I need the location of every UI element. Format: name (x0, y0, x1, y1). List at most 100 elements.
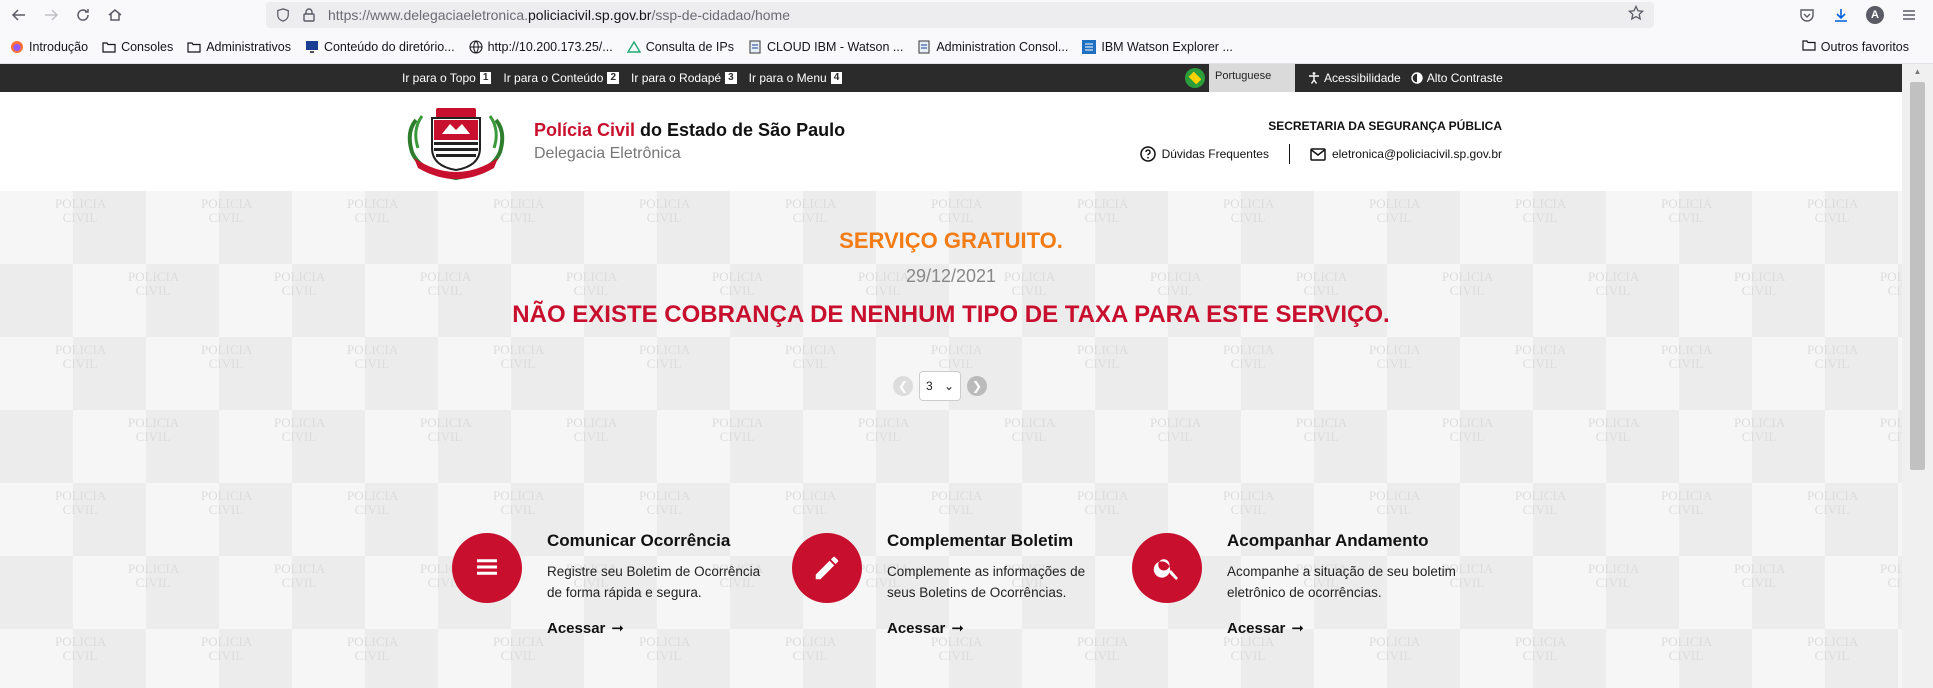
watermark-tile: POLICIA CIVIL (55, 196, 107, 225)
brand[interactable]: Polícia Civil do Estado de São Paulo Del… (534, 120, 845, 163)
slide-page-value: 3 (926, 379, 933, 393)
watermark-tile: POLICIA CIVIL (931, 196, 983, 225)
service-access-label: Acessar (1227, 619, 1286, 637)
pocket-icon[interactable] (1795, 3, 1819, 27)
bookmarks-bar: Introdução Consoles Administrativos Conteúd… (0, 30, 1933, 64)
service-access-link[interactable]: Acessar ➞ (547, 619, 777, 638)
bookmark-item[interactable]: Administration Consol... (917, 40, 1068, 54)
page-scrollbar[interactable]: ▲ (1902, 64, 1933, 688)
skip-link-label: Ir para o Rodapé (631, 71, 722, 85)
other-bookmarks-folder[interactable]: Outros favoritos (1802, 39, 1909, 54)
bookmark-item[interactable]: IBM Watson Explorer ... (1082, 39, 1233, 54)
skip-link[interactable]: Ir para o Rodapé 3 (631, 71, 737, 85)
slide-page-select[interactable]: 3 ⌄ (919, 371, 961, 401)
watermark-tile: POLICIA CIVIL (1077, 488, 1129, 517)
watermark-tile: POLICIA CIVIL (1223, 196, 1275, 225)
email-link[interactable]: eletronica@policiacivil.sp.gov.br (1310, 147, 1502, 161)
bookmark-item[interactable]: Introdução (10, 40, 88, 54)
services-list: Comunicar Ocorrência Registre seu Boleti… (452, 531, 1472, 637)
faq-label: Dúvidas Frequentes (1161, 147, 1269, 161)
skip-link-label: Ir para o Topo (402, 71, 476, 85)
lock-icon[interactable] (300, 6, 318, 24)
menu-icon[interactable] (1897, 3, 1921, 27)
slide-message: NÃO EXISTE COBRANÇA DE NENHUM TIPO DE TA… (512, 301, 1390, 328)
service-title[interactable]: Acompanhar Andamento (1227, 531, 1457, 551)
bookmark-item[interactable]: CLOUD IBM - Watson ... (748, 40, 903, 54)
service-title[interactable]: Comunicar Ocorrência (547, 531, 777, 551)
brand-subtitle: Delegacia Eletrônica (534, 145, 681, 162)
bookmark-label: Administrativos (206, 39, 291, 54)
shortcut-key: 3 (725, 72, 737, 84)
scroll-thumb[interactable] (1910, 82, 1925, 470)
shield-icon[interactable] (274, 6, 292, 24)
bookmark-item[interactable]: Consoles (102, 40, 173, 54)
watermark-tile: POLICIA CIVIL (1734, 415, 1786, 444)
arrow-right-icon: ➞ (611, 620, 624, 637)
service-access-link[interactable]: Acessar ➞ (1227, 619, 1457, 638)
service-card: Comunicar Ocorrência Registre seu Boleti… (452, 531, 792, 637)
browser-tools: A (1795, 3, 1921, 27)
watermark-tile: POLICIA CIVIL (347, 342, 399, 371)
slide-title: SERVIÇO GRATUITO. (839, 228, 1063, 253)
next-slide-button[interactable]: ❯ (967, 376, 987, 396)
hero-banner: POLICIA CIVIL POLICIA CIVIL POLICIA CIVIL P… (0, 191, 1902, 688)
bookmark-item[interactable]: http://10.200.173.25/... (469, 40, 613, 54)
watermark-tile: POLICIA CIVIL (55, 634, 107, 663)
prev-slide-button[interactable]: ❮ (893, 376, 913, 396)
skip-link[interactable]: Ir para o Conteúdo 2 (503, 71, 620, 85)
reload-button[interactable] (70, 2, 96, 28)
account-button[interactable]: A (1863, 3, 1887, 27)
brand-title-rest: do Estado de São Paulo (635, 120, 846, 140)
watermark-tile: POLICIA CIVIL (1515, 488, 1567, 517)
downloads-icon[interactable] (1829, 3, 1853, 27)
high-contrast-label: Alto Contraste (1426, 71, 1503, 85)
service-description: Complemente as informações de seus Bolet… (887, 564, 1086, 600)
watermark-tile: POLICIA CIVIL (201, 342, 253, 371)
bookmark-star-icon[interactable] (1627, 4, 1645, 26)
watermark-tile: POLICIA CIVIL (639, 342, 691, 371)
accessibility-icon (1309, 72, 1319, 84)
watermark-tile: POLICIA CIVIL (1588, 561, 1640, 590)
watermark-tile: POLICIA CIVIL (1807, 342, 1859, 371)
service-access-link[interactable]: Acessar ➞ (887, 619, 1117, 638)
watermark-tile: POLICIA CIVIL (55, 342, 107, 371)
watermark-tile: POLICIA CIVIL (1661, 634, 1713, 663)
url-prefix: https://www.delegaciaeletronica. (328, 7, 528, 23)
scroll-up-icon[interactable]: ▲ (1902, 64, 1933, 78)
forward-button[interactable] (38, 2, 64, 28)
bookmark-item[interactable]: Administrativos (187, 40, 291, 54)
language-select[interactable]: Portuguese (1209, 64, 1295, 92)
watermark-tile: POLICIA CIVIL (493, 342, 545, 371)
skip-link[interactable]: Ir para o Topo 1 (402, 71, 492, 85)
watermark-tile: POLICIA CIVIL (201, 634, 253, 663)
watermark-tile: POLICIA CIVIL (420, 415, 472, 444)
search-icon[interactable] (1132, 533, 1202, 603)
service-description: Registre seu Boletim de Ocorrência de fo… (547, 564, 761, 600)
bookmark-item[interactable]: Consulta de IPs (626, 40, 734, 54)
pencil-icon[interactable] (792, 533, 862, 603)
url-field[interactable]: https://www.delegaciaeletronica.policiac… (266, 2, 1654, 28)
skip-link[interactable]: Ir para o Menu 4 (749, 71, 843, 85)
policia-civil-logo[interactable] (402, 102, 510, 182)
accessibility-button[interactable]: Acessibilidade (1308, 71, 1401, 85)
accessibility-bar: Ir para o Topo 1 Ir para o Conteúdo 2 Ir par… (0, 64, 1933, 92)
folder-icon (102, 40, 116, 54)
watermark-tile: POLICIA CIVIL (1150, 415, 1202, 444)
language-selector[interactable]: Portuguese (1185, 64, 1295, 92)
back-button[interactable] (6, 2, 32, 28)
bookmark-item[interactable]: Conteúdo do diretório... (305, 40, 455, 54)
watermark-tile: POLICIA CIVIL (1077, 196, 1129, 225)
watermark-tile: POLICIA CIVIL (1661, 196, 1713, 225)
home-button[interactable] (102, 2, 128, 28)
watermark-tile: POLICIA CIVIL (1880, 415, 1902, 444)
watermark-tile: POLICIA CIVIL (493, 634, 545, 663)
faq-link[interactable]: Dúvidas Frequentes (1139, 146, 1269, 162)
bookmark-label: IBM Watson Explorer ... (1101, 39, 1233, 54)
high-contrast-button[interactable]: Alto Contraste (1411, 71, 1503, 85)
url-text[interactable]: https://www.delegaciaeletronica.policiac… (328, 7, 790, 23)
service-title[interactable]: Complementar Boletim (887, 531, 1117, 551)
list-icon[interactable] (452, 533, 522, 603)
watermark-tile: POLICIA CIVIL (931, 634, 983, 663)
watermark-tile: POLICIA CIVIL (1515, 634, 1567, 663)
watermark-tile: POLICIA CIVIL (128, 561, 180, 590)
